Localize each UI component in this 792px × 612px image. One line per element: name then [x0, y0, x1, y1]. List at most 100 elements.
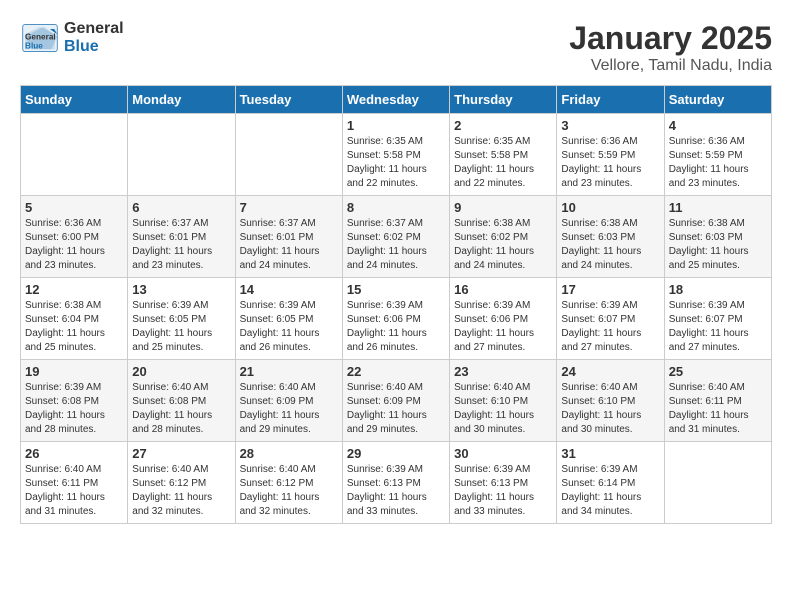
day-number: 13 — [132, 282, 230, 297]
calendar-cell: 6 Sunrise: 6:37 AMSunset: 6:01 PMDaylight… — [128, 196, 235, 278]
calendar-week-3: 12Sunrise: 6:38 AMSunset: 6:04 PMDayligh… — [21, 278, 772, 360]
day-number: 8 — [347, 200, 445, 215]
svg-text:General: General — [25, 32, 56, 41]
calendar-cell: 19 Sunrise: 6:39 AMSunset: 6:08 PMDayligh… — [21, 360, 128, 442]
day-info: Sunrise: 6:37 AMSunset: 6:01 PMDaylight:… — [132, 217, 230, 273]
day-number: 19 — [25, 364, 123, 379]
page-header: General Blue General Blue January 2025 V… — [20, 20, 772, 75]
day-info: Sunrise: 6:39 AMSunset: 6:06 PMDaylight:… — [454, 299, 552, 355]
day-info: Sunrise: 6:40 AMSunset: 6:11 PMDaylight:… — [25, 463, 123, 519]
day-number: 26 — [25, 446, 123, 461]
day-info: Sunrise: 6:40 AMSunset: 6:12 PMDaylight:… — [240, 463, 338, 519]
day-number: 5 — [25, 200, 123, 215]
day-number: 9 — [454, 200, 552, 215]
calendar-cell: 22 Sunrise: 6:40 AMSunset: 6:09 PMDayligh… — [342, 360, 449, 442]
day-number: 17 — [561, 282, 659, 297]
calendar-cell: 28 Sunrise: 6:40 AMSunset: 6:12 PMDayligh… — [235, 442, 342, 524]
weekday-header-sunday: Sunday — [21, 86, 128, 114]
day-info: Sunrise: 6:35 AMSunset: 5:58 PMDaylight:… — [347, 135, 445, 191]
day-number: 24 — [561, 364, 659, 379]
day-info: Sunrise: 6:39 AMSunset: 6:07 PMDaylight:… — [669, 299, 767, 355]
day-info: Sunrise: 6:39 AMSunset: 6:13 PMDaylight:… — [347, 463, 445, 519]
calendar-cell: 24 Sunrise: 6:40 AMSunset: 6:10 PMDayligh… — [557, 360, 664, 442]
calendar-cell: 25 Sunrise: 6:40 AMSunset: 6:11 PMDayligh… — [664, 360, 771, 442]
day-number: 28 — [240, 446, 338, 461]
calendar-cell: 11 Sunrise: 6:38 AMSunset: 6:03 PMDayligh… — [664, 196, 771, 278]
calendar-cell: 31Sunrise: 6:39 AMSunset: 6:14 PMDayligh… — [557, 442, 664, 524]
calendar-week-4: 19 Sunrise: 6:39 AMSunset: 6:08 PMDayligh… — [21, 360, 772, 442]
calendar-cell: 17 Sunrise: 6:39 AMSunset: 6:07 PMDayligh… — [557, 278, 664, 360]
weekday-header-saturday: Saturday — [664, 86, 771, 114]
day-info: Sunrise: 6:38 AMSunset: 6:03 PMDaylight:… — [669, 217, 767, 273]
calendar-cell: 27 Sunrise: 6:40 AMSunset: 6:12 PMDayligh… — [128, 442, 235, 524]
calendar-week-5: 26 Sunrise: 6:40 AMSunset: 6:11 PMDayligh… — [21, 442, 772, 524]
day-number: 10 — [561, 200, 659, 215]
day-number: 21 — [240, 364, 338, 379]
calendar-cell: 3Sunrise: 6:36 AMSunset: 5:59 PMDaylight… — [557, 114, 664, 196]
day-number: 29 — [347, 446, 445, 461]
logo-name-general: General — [64, 20, 124, 38]
day-info: Sunrise: 6:38 AMSunset: 6:02 PMDaylight:… — [454, 217, 552, 273]
location-subtitle: Vellore, Tamil Nadu, India — [569, 57, 772, 75]
calendar-cell: 10Sunrise: 6:38 AMSunset: 6:03 PMDayligh… — [557, 196, 664, 278]
calendar-cell: 1 Sunrise: 6:35 AMSunset: 5:58 PMDaylight… — [342, 114, 449, 196]
day-number: 14 — [240, 282, 338, 297]
weekday-header-friday: Friday — [557, 86, 664, 114]
calendar-cell: 15Sunrise: 6:39 AMSunset: 6:06 PMDayligh… — [342, 278, 449, 360]
day-info: Sunrise: 6:37 AMSunset: 6:01 PMDaylight:… — [240, 217, 338, 273]
weekday-header-monday: Monday — [128, 86, 235, 114]
day-number: 4 — [669, 118, 767, 133]
logo: General Blue General Blue — [20, 20, 124, 55]
day-number: 23 — [454, 364, 552, 379]
calendar-week-1: 1 Sunrise: 6:35 AMSunset: 5:58 PMDaylight… — [21, 114, 772, 196]
calendar-cell: 26 Sunrise: 6:40 AMSunset: 6:11 PMDayligh… — [21, 442, 128, 524]
day-info: Sunrise: 6:40 AMSunset: 6:09 PMDaylight:… — [240, 381, 338, 437]
day-number: 11 — [669, 200, 767, 215]
day-number: 25 — [669, 364, 767, 379]
calendar-cell: 16 Sunrise: 6:39 AMSunset: 6:06 PMDayligh… — [450, 278, 557, 360]
day-number: 18 — [669, 282, 767, 297]
day-number: 1 — [347, 118, 445, 133]
calendar-cell: 12Sunrise: 6:38 AMSunset: 6:04 PMDayligh… — [21, 278, 128, 360]
day-info: Sunrise: 6:40 AMSunset: 6:11 PMDaylight:… — [669, 381, 767, 437]
day-info: Sunrise: 6:37 AMSunset: 6:02 PMDaylight:… — [347, 217, 445, 273]
day-info: Sunrise: 6:35 AMSunset: 5:58 PMDaylight:… — [454, 135, 552, 191]
day-info: Sunrise: 6:36 AMSunset: 5:59 PMDaylight:… — [561, 135, 659, 191]
logo-name-blue: Blue — [64, 38, 124, 56]
day-info: Sunrise: 6:39 AMSunset: 6:13 PMDaylight:… — [454, 463, 552, 519]
day-info: Sunrise: 6:40 AMSunset: 6:08 PMDaylight:… — [132, 381, 230, 437]
month-title: January 2025 — [569, 20, 772, 57]
svg-text:Blue: Blue — [25, 41, 43, 50]
calendar-cell — [235, 114, 342, 196]
day-info: Sunrise: 6:40 AMSunset: 6:10 PMDaylight:… — [561, 381, 659, 437]
calendar-cell: 4Sunrise: 6:36 AMSunset: 5:59 PMDaylight… — [664, 114, 771, 196]
day-number: 16 — [454, 282, 552, 297]
calendar-cell: 8 Sunrise: 6:37 AMSunset: 6:02 PMDaylight… — [342, 196, 449, 278]
day-info: Sunrise: 6:40 AMSunset: 6:10 PMDaylight:… — [454, 381, 552, 437]
day-info: Sunrise: 6:40 AMSunset: 6:12 PMDaylight:… — [132, 463, 230, 519]
day-info: Sunrise: 6:39 AMSunset: 6:07 PMDaylight:… — [561, 299, 659, 355]
day-number: 22 — [347, 364, 445, 379]
day-info: Sunrise: 6:39 AMSunset: 6:05 PMDaylight:… — [132, 299, 230, 355]
calendar-cell: 18 Sunrise: 6:39 AMSunset: 6:07 PMDayligh… — [664, 278, 771, 360]
weekday-header-wednesday: Wednesday — [342, 86, 449, 114]
calendar-cell — [664, 442, 771, 524]
day-info: Sunrise: 6:40 AMSunset: 6:09 PMDaylight:… — [347, 381, 445, 437]
day-number: 6 — [132, 200, 230, 215]
calendar-cell: 29 Sunrise: 6:39 AMSunset: 6:13 PMDayligh… — [342, 442, 449, 524]
calendar-cell: 21 Sunrise: 6:40 AMSunset: 6:09 PMDayligh… — [235, 360, 342, 442]
day-number: 12 — [25, 282, 123, 297]
calendar-cell — [128, 114, 235, 196]
calendar-table: SundayMondayTuesdayWednesdayThursdayFrid… — [20, 85, 772, 524]
calendar-cell: 9 Sunrise: 6:38 AMSunset: 6:02 PMDaylight… — [450, 196, 557, 278]
day-number: 7 — [240, 200, 338, 215]
day-info: Sunrise: 6:39 AMSunset: 6:05 PMDaylight:… — [240, 299, 338, 355]
title-block: January 2025 Vellore, Tamil Nadu, India — [569, 20, 772, 75]
weekday-header-row: SundayMondayTuesdayWednesdayThursdayFrid… — [21, 86, 772, 114]
calendar-cell: 7 Sunrise: 6:37 AMSunset: 6:01 PMDaylight… — [235, 196, 342, 278]
calendar-cell: 30Sunrise: 6:39 AMSunset: 6:13 PMDayligh… — [450, 442, 557, 524]
day-info: Sunrise: 6:39 AMSunset: 6:08 PMDaylight:… — [25, 381, 123, 437]
day-info: Sunrise: 6:39 AMSunset: 6:14 PMDaylight:… — [561, 463, 659, 519]
calendar-cell: 2Sunrise: 6:35 AMSunset: 5:58 PMDaylight… — [450, 114, 557, 196]
day-number: 27 — [132, 446, 230, 461]
